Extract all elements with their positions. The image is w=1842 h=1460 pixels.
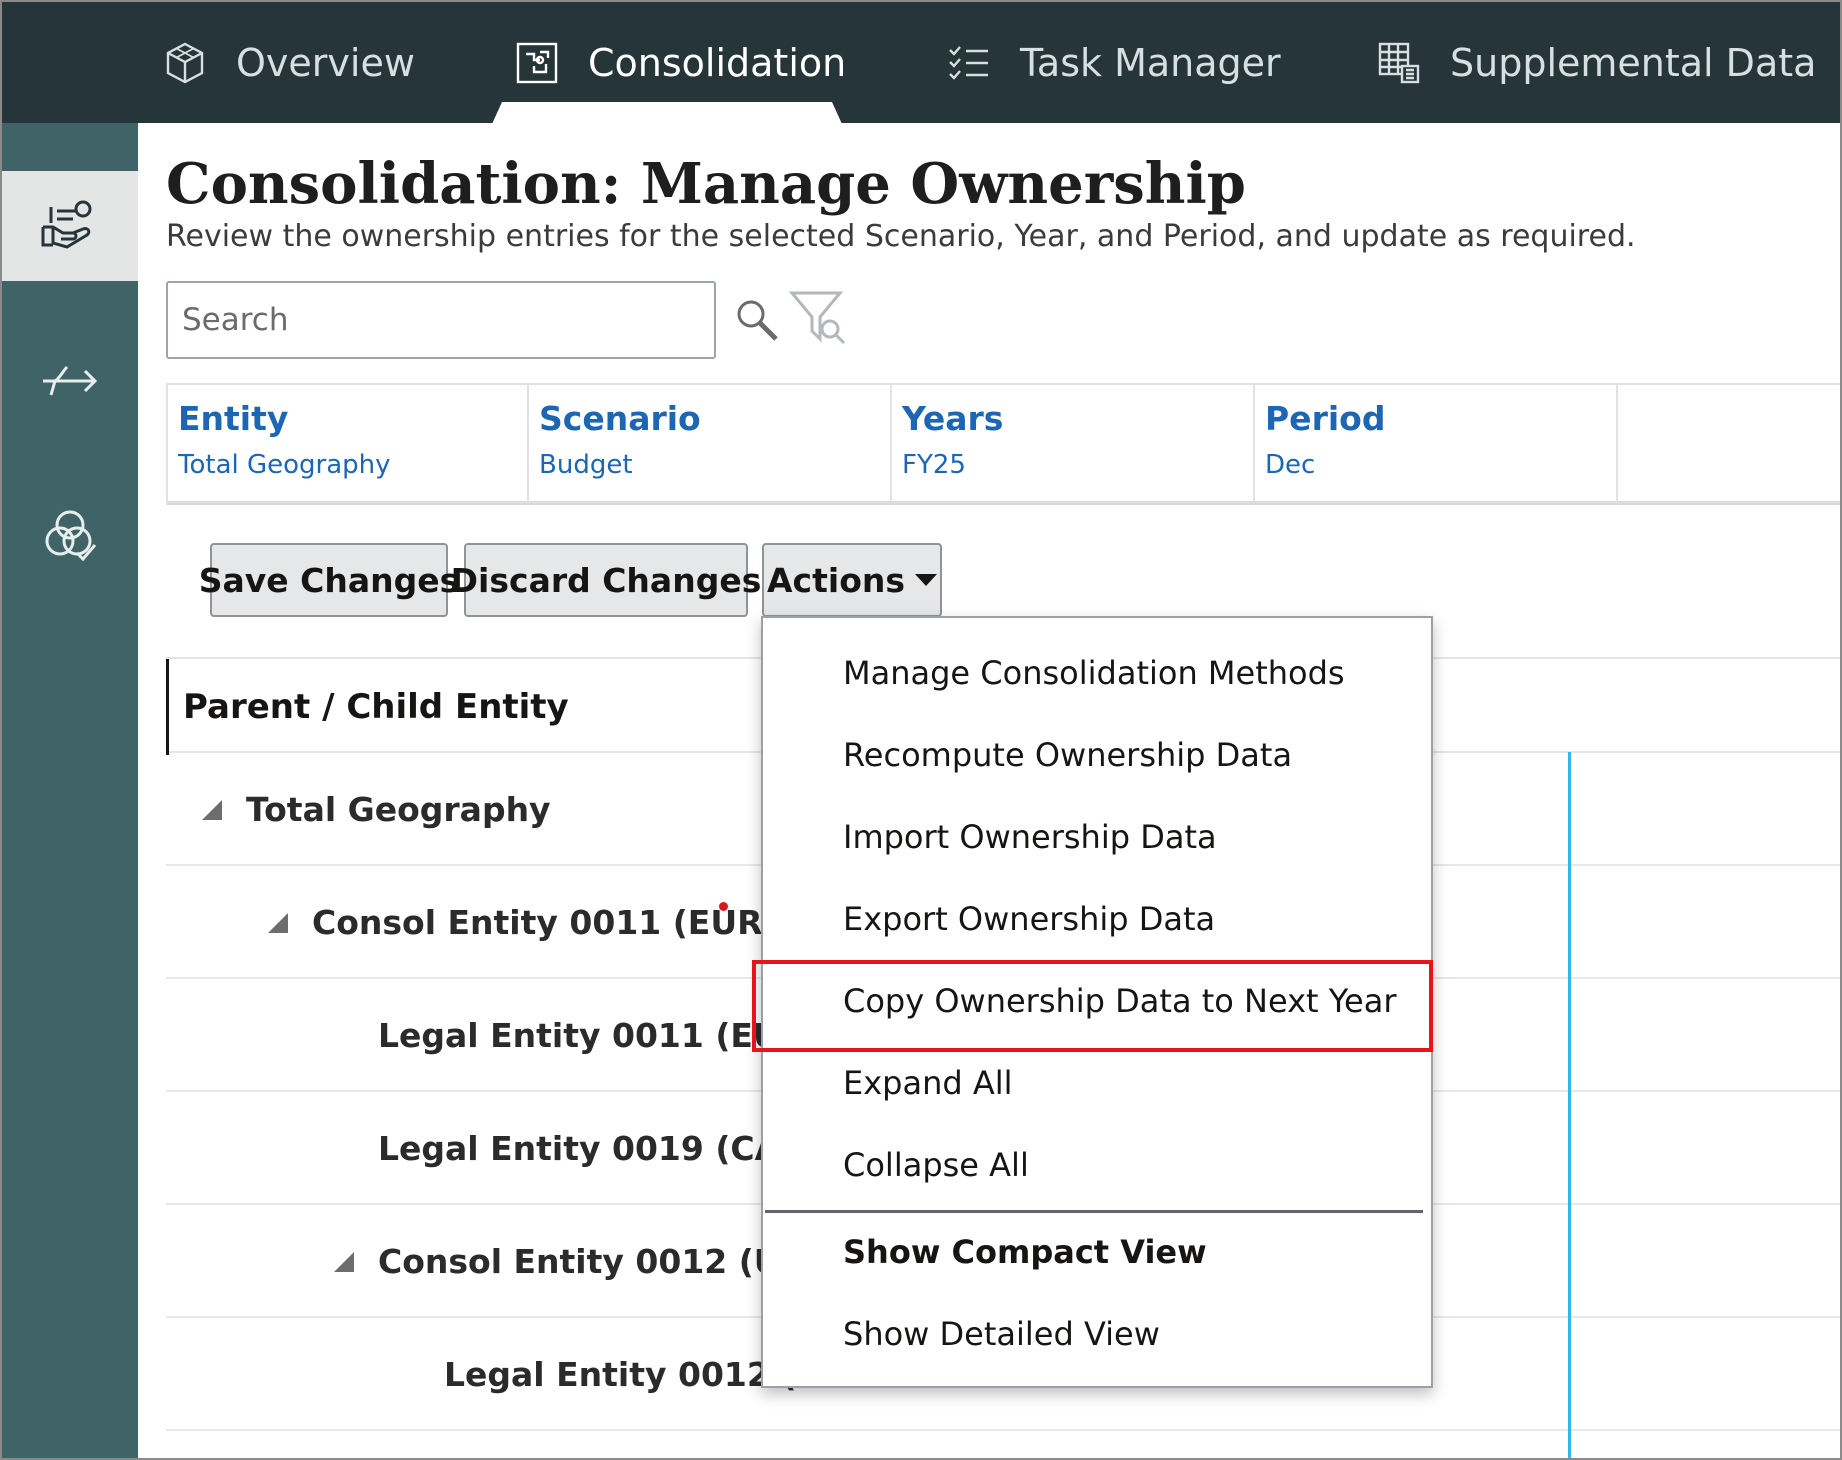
pov-years[interactable]: Years FY25 [892, 385, 1255, 503]
search-icon[interactable] [734, 297, 780, 343]
split-arrow-icon [37, 349, 103, 419]
tab-task-manager[interactable]: Task Manager [946, 2, 1281, 123]
collapse-triangle-icon[interactable] [268, 912, 288, 933]
actions-label: Actions [767, 560, 905, 600]
menu-item-expand-all[interactable]: Expand All [843, 1064, 1013, 1102]
menu-item-recompute-ownership-data[interactable]: Recompute Ownership Data [843, 736, 1292, 774]
menu-separator [765, 1210, 1423, 1213]
pov-value[interactable]: Budget [539, 450, 880, 480]
checklist-icon [946, 40, 992, 86]
collapse-triangle-icon[interactable] [202, 799, 222, 820]
top-nav-bar: Overview Consolidation Task Manager Supp… [2, 2, 1840, 124]
search-input[interactable] [166, 281, 716, 359]
column-header-parent-child-entity[interactable]: Parent / Child Entity [166, 659, 569, 755]
tab-label: Task Manager [1020, 40, 1281, 85]
menu-item-manage-consolidation-methods[interactable]: Manage Consolidation Methods [843, 654, 1345, 692]
discard-changes-button[interactable]: Discard Changes [451, 543, 761, 617]
entity-name: Consol Entity 0011 (EUR) [312, 903, 778, 942]
menu-item-collapse-all[interactable]: Collapse All [843, 1146, 1029, 1184]
pov-value[interactable]: Dec [1265, 450, 1606, 480]
tab-supplemental-data[interactable]: Supplemental Data [1376, 2, 1816, 123]
tab-overview[interactable]: Overview [162, 2, 415, 123]
pov-entity[interactable]: Entity Total Geography [166, 385, 529, 503]
rail-item-manage-ownership[interactable] [2, 171, 138, 281]
row-label[interactable]: Consol Entity 0012 (USD [334, 1205, 832, 1318]
rail-item-journals[interactable] [2, 329, 138, 439]
pov-value[interactable]: Total Geography [178, 450, 517, 480]
modified-indicator-dot [719, 902, 728, 911]
collapse-triangle-icon[interactable] [334, 1251, 354, 1272]
highlight-annotation-box [752, 960, 1433, 1052]
entity-name: Total Geography [246, 790, 551, 829]
column-resize-guide [1568, 752, 1571, 1458]
pov-scenario[interactable]: Scenario Budget [529, 385, 892, 503]
pov-value[interactable]: FY25 [902, 450, 1243, 480]
menu-item-import-ownership-data[interactable]: Import Ownership Data [843, 818, 1217, 856]
tab-label: Supplemental Data [1450, 40, 1817, 85]
row-label[interactable]: Consol Entity 0011 (EUR) [268, 866, 778, 979]
puzzle-icon [514, 40, 560, 86]
entity-name: Legal Entity 0019 (CAD) [378, 1129, 823, 1168]
pov-label: Years [902, 399, 1004, 438]
menu-item-export-ownership-data[interactable]: Export Ownership Data [843, 900, 1215, 938]
row-label[interactable]: Legal Entity 0019 (CAD) [378, 1092, 823, 1205]
tab-label: Overview [236, 40, 415, 85]
actions-menu-button[interactable]: Actions [762, 543, 942, 617]
pov-label: Scenario [539, 399, 701, 438]
row-label[interactable]: Total Geography [202, 753, 551, 866]
pov-label: Entity [178, 399, 289, 438]
app-frame: Overview Consolidation Task Manager Supp… [0, 0, 1842, 1460]
pov-period[interactable]: Period Dec [1255, 385, 1618, 503]
cube-icon [162, 40, 208, 86]
pov-bar: Entity Total Geography Scenario Budget Y… [166, 383, 1840, 505]
rail-item-approvals[interactable] [2, 483, 138, 593]
page-subtitle: Review the ownership entries for the sel… [166, 219, 1636, 254]
tab-label: Consolidation [588, 40, 847, 85]
left-rail [2, 123, 138, 1458]
save-changes-button[interactable]: Save Changes [199, 543, 459, 617]
data-grid-icon [1376, 40, 1422, 86]
menu-item-show-compact-view[interactable]: Show Compact View [843, 1233, 1207, 1271]
pov-label: Period [1265, 399, 1386, 438]
active-tab-indicator [492, 102, 842, 124]
circles-check-icon [37, 503, 103, 573]
page-title: Consolidation: Manage Ownership [166, 151, 1246, 217]
menu-item-show-detailed-view[interactable]: Show Detailed View [843, 1315, 1160, 1353]
caret-down-icon [915, 574, 937, 586]
ownership-hand-icon [37, 191, 103, 261]
filter-search-icon[interactable] [788, 289, 850, 345]
